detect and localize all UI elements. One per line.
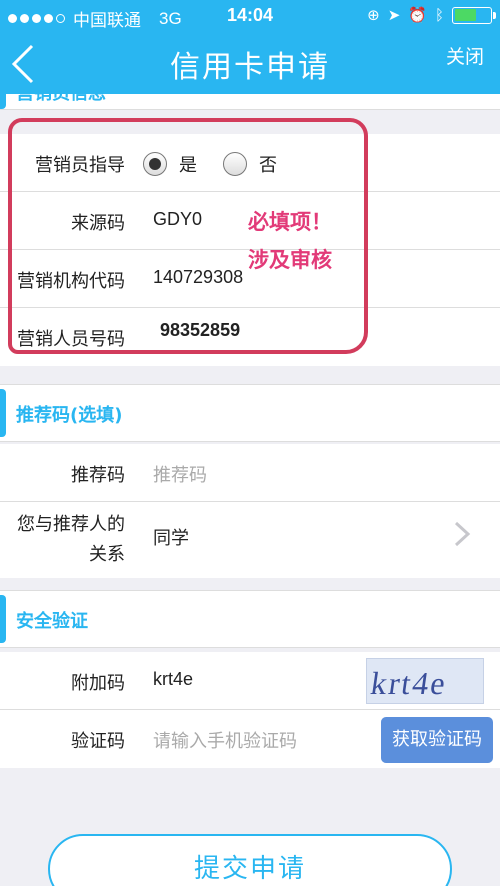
radio-checked-icon [143, 152, 167, 176]
radio-unchecked-icon [223, 152, 247, 176]
annotation-text-review: 涉及审核 [248, 248, 332, 272]
security-section-title: 安全验证 [16, 611, 88, 632]
referral-section-title: 推荐码(选填) [16, 405, 123, 426]
referral-code-input[interactable]: 推荐码 [153, 461, 207, 487]
referral-section-header: 推荐码(选填) [0, 384, 500, 442]
bluetooth-icon: ᛒ [434, 6, 444, 24]
page-title: 信用卡申请 [170, 50, 330, 85]
guide-no-label: 否 [259, 155, 277, 176]
source-code-input[interactable]: GDY0 [153, 209, 202, 230]
extra-code-input[interactable]: krt4e [153, 669, 193, 690]
captcha-image[interactable]: krt4e [366, 658, 484, 704]
section-accent-bar [0, 94, 6, 109]
guide-yes-radio[interactable]: 是 [143, 151, 197, 177]
status-bar: 中国联通 3G 14:04 ⊕ ➤ ⏰ ᛒ [0, 0, 500, 32]
submit-button[interactable]: 提交申请 [48, 834, 452, 886]
source-code-label: 来源码 [71, 213, 125, 234]
guide-row: 营销员指导 是 否 [0, 134, 500, 192]
rotation-lock-icon: ⊕ [367, 7, 380, 24]
section-accent-bar [0, 595, 6, 643]
extra-code-label: 附加码 [71, 673, 125, 694]
section-accent-bar [0, 389, 6, 437]
referral-rows: 推荐码 推荐码 您与推荐人的 关系 同学 [0, 444, 500, 578]
location-icon: ➤ [387, 7, 401, 24]
close-button[interactable]: 关闭 [446, 42, 484, 69]
annotation-text-required: 必填项！ [248, 210, 332, 234]
relation-row[interactable]: 您与推荐人的 关系 同学 [0, 502, 500, 578]
status-right: ⊕ ➤ ⏰ ᛒ [367, 6, 496, 24]
security-rows: 附加码 krt4e krt4e 验证码 请输入手机验证码 获取验证码 [0, 652, 500, 768]
staff-number-label: 营销人员号码 [17, 329, 125, 350]
staff-number-input[interactable]: 98352859 [160, 320, 240, 341]
battery-icon [452, 6, 496, 24]
relation-label-line1: 您与推荐人的 [17, 514, 125, 535]
guide-label: 营销员指导 [35, 155, 125, 176]
form-content: 营销员信息 营销员指导 是 否 来源码 GDY0 营销机构代码 14072930… [0, 94, 500, 886]
guide-no-radio[interactable]: 否 [223, 151, 277, 177]
referral-code-label: 推荐码 [71, 465, 125, 486]
verify-code-input[interactable]: 请输入手机验证码 [153, 727, 297, 753]
staff-number-row: 营销人员号码 98352859 [0, 308, 500, 366]
chevron-right-icon [454, 521, 471, 547]
verify-code-row: 验证码 请输入手机验证码 获取验证码 [0, 710, 500, 768]
guide-yes-label: 是 [179, 155, 197, 176]
relation-value: 同学 [153, 528, 189, 548]
relation-label-line2: 关系 [89, 544, 125, 565]
marketing-section-title: 营销员信息 [16, 94, 106, 105]
nav-bar: 信用卡申请 关闭 [0, 32, 500, 94]
org-code-label: 营销机构代码 [17, 271, 125, 292]
captcha-text: krt4e [368, 665, 450, 701]
verify-code-label: 验证码 [71, 731, 125, 752]
referral-code-row: 推荐码 推荐码 [0, 444, 500, 502]
get-code-button[interactable]: 获取验证码 [381, 717, 493, 763]
security-section-header: 安全验证 [0, 590, 500, 648]
marketing-section-header: 营销员信息 [0, 94, 500, 110]
extra-code-row: 附加码 krt4e krt4e [0, 652, 500, 710]
org-code-input[interactable]: 140729308 [153, 267, 243, 288]
alarm-icon: ⏰ [408, 7, 427, 24]
